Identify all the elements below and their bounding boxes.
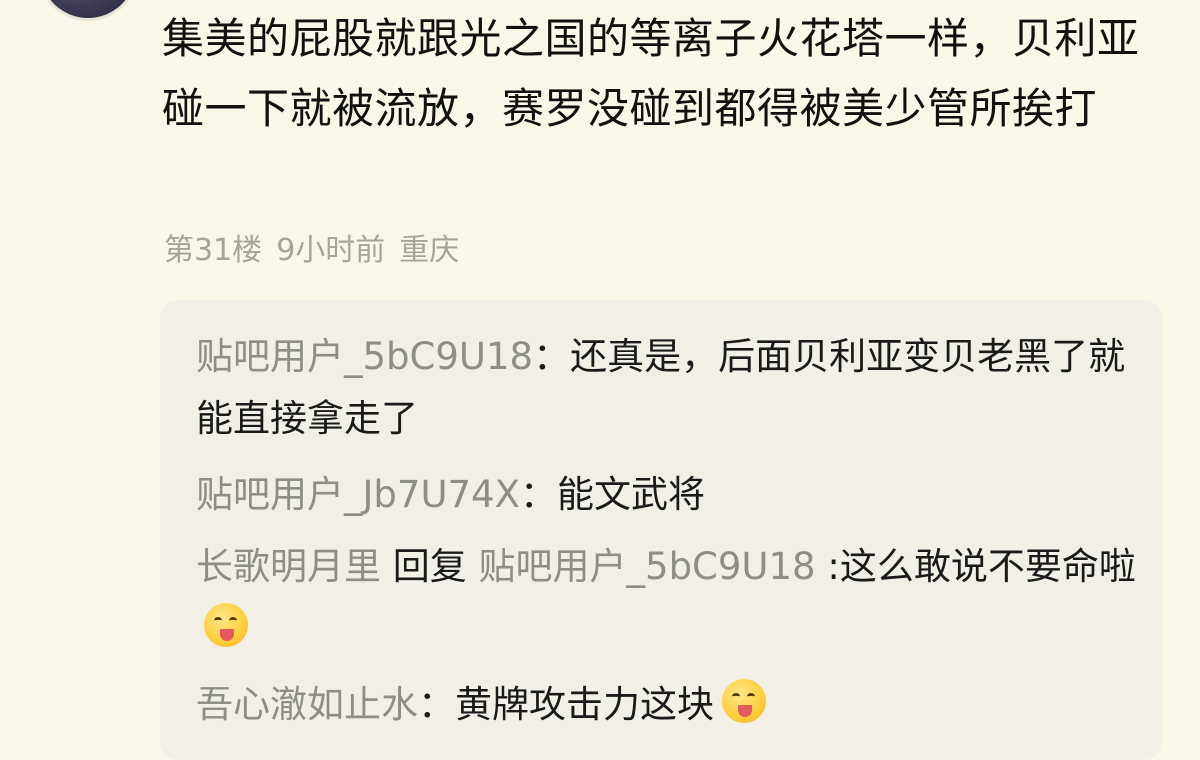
reply-keyword: 回复: [392, 545, 467, 588]
post-time: 9小时前: [276, 233, 386, 268]
reply-username[interactable]: 长歌明月里: [196, 545, 381, 588]
reply-separator: ：: [519, 473, 557, 516]
post-location: 重庆: [399, 233, 460, 268]
yum-face-emoji-icon: [722, 679, 766, 723]
sub-reply: 长歌明月里 回复 贴吧用户_5bC9U18 :这么敢说不要命啦: [196, 536, 1136, 660]
reply-text: 这么敢说不要命啦: [839, 545, 1136, 588]
sub-reply: 贴吧用户_5bC9U18：还真是，后面贝利亚变贝老黑了就能直接拿走了: [196, 326, 1136, 450]
sub-reply-panel: 贴吧用户_5bC9U18：还真是，后面贝利亚变贝老黑了就能直接拿走了 贴吧用户_…: [160, 300, 1162, 760]
reply-text: 能文武将: [556, 473, 705, 516]
reply-to-username[interactable]: 贴吧用户_5bC9U18: [479, 545, 816, 588]
reply-username[interactable]: 贴吧用户_5bC9U18: [196, 335, 533, 378]
reply-username[interactable]: 吾心澈如止水: [196, 683, 418, 726]
reply-separator: :: [815, 545, 840, 588]
sub-reply: 贴吧用户_Jb7U74X：能文武将: [196, 464, 1136, 526]
reply-separator: ：: [533, 335, 571, 378]
reply-separator: ：: [418, 683, 455, 726]
sub-reply: 吾心澈如止水：黄牌攻击力这块: [196, 674, 1136, 736]
avatar[interactable]: [40, 0, 136, 18]
post-text: 集美的屁股就跟光之国的等离子火花塔一样，贝利亚碰一下就被流放，赛罗没碰到都得被美…: [162, 14, 1140, 133]
reply-username[interactable]: 贴吧用户_Jb7U74X: [196, 473, 520, 516]
post-meta: 第31楼 9小时前 重庆: [164, 226, 473, 276]
reply-text: 黄牌攻击力这块: [455, 683, 714, 726]
floor-number: 第31楼: [164, 233, 263, 268]
post-body: 集美的屁股就跟光之国的等离子火花塔一样，贝利亚碰一下就被流放，赛罗没碰到都得被美…: [162, 4, 1172, 144]
yum-face-emoji-icon: [204, 603, 248, 647]
